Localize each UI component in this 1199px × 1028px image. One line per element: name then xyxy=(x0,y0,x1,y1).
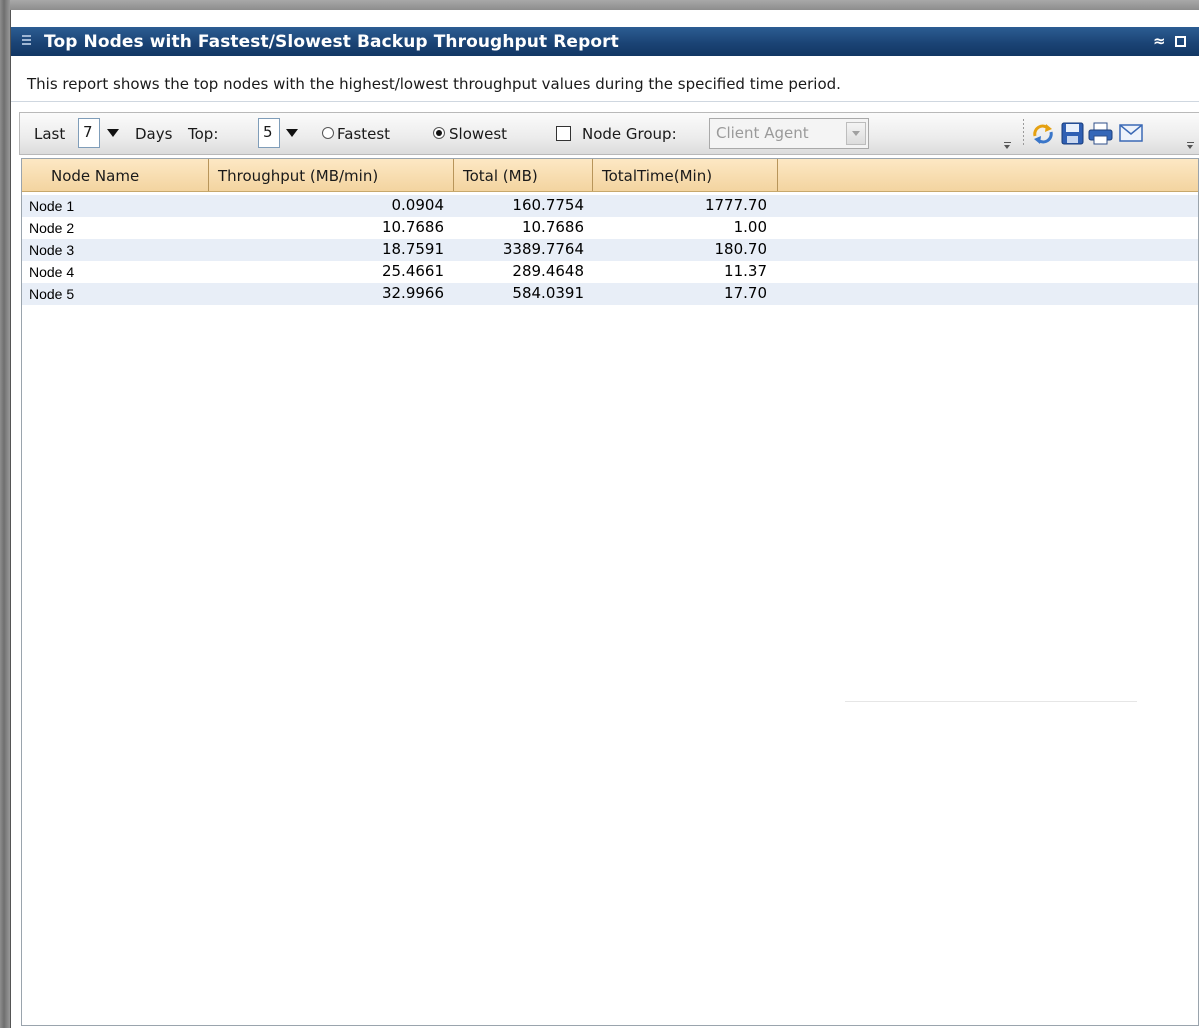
window-left-edge xyxy=(0,0,10,1028)
table-row[interactable]: Node 5 32.9966 584.0391 17.70 xyxy=(22,283,1198,305)
grip-icon[interactable] xyxy=(22,35,31,47)
cell-total: 584.0391 xyxy=(512,284,584,302)
report-description: This report shows the top nodes with the… xyxy=(11,56,1199,102)
slowest-radio[interactable] xyxy=(433,127,445,139)
column-header-throughput[interactable]: Throughput (MB/min) xyxy=(209,159,454,191)
cell-throughput: 10.7686 xyxy=(381,218,444,236)
filter-toolbar: Last 7 Days Top: 5 Fastest Slowest Node … xyxy=(19,112,1199,155)
title-bar[interactable]: Top Nodes with Fastest/Slowest Backup Th… xyxy=(11,27,1199,56)
top-count-input[interactable]: 5 xyxy=(258,118,280,148)
slowest-label[interactable]: Slowest xyxy=(449,125,507,143)
maximize-icon[interactable] xyxy=(1175,36,1186,47)
divider xyxy=(845,701,1137,702)
last-days-dropdown-icon[interactable] xyxy=(107,129,119,137)
top-label: Top: xyxy=(188,125,219,143)
refresh-icon[interactable] xyxy=(1030,122,1056,146)
fastest-radio[interactable] xyxy=(322,127,334,139)
table-row[interactable]: Node 1 0.0904 160.7754 1777.70 xyxy=(22,195,1198,217)
node-group-label: Node Group: xyxy=(582,125,677,143)
column-header-filler xyxy=(778,159,1198,191)
node-group-value: Client Agent xyxy=(716,124,809,142)
save-icon[interactable] xyxy=(1061,122,1084,145)
node-group-select[interactable]: Client Agent xyxy=(709,118,869,149)
table-row[interactable]: Node 2 10.7686 10.7686 1.00 xyxy=(22,217,1198,239)
cell-node-name: Node 4 xyxy=(29,264,75,280)
cell-total: 160.7754 xyxy=(512,196,584,214)
cell-total: 10.7686 xyxy=(521,218,584,236)
last-days-input[interactable]: 7 xyxy=(78,118,100,148)
cell-throughput: 18.7591 xyxy=(381,240,444,258)
cell-node-name: Node 1 xyxy=(29,198,75,214)
cell-total: 289.4648 xyxy=(512,262,584,280)
cell-total-time: 180.70 xyxy=(714,240,768,258)
node-group-checkbox[interactable] xyxy=(556,126,571,141)
cell-node-name: Node 5 xyxy=(29,286,75,302)
cell-throughput: 32.9966 xyxy=(381,284,444,302)
cell-throughput: 25.4661 xyxy=(381,262,444,280)
report-panel: Top Nodes with Fastest/Slowest Backup Th… xyxy=(10,10,1199,1028)
table-header: Node Name Throughput (MB/min) Total (MB)… xyxy=(22,159,1198,192)
cell-total: 3389.7764 xyxy=(502,240,584,258)
print-icon[interactable] xyxy=(1088,122,1113,145)
last-label: Last xyxy=(34,125,66,143)
top-count-dropdown-icon[interactable] xyxy=(286,129,298,137)
cell-total-time: 17.70 xyxy=(724,284,767,302)
cell-throughput: 0.0904 xyxy=(391,196,445,214)
description-text: This report shows the top nodes with the… xyxy=(27,75,841,93)
cell-total-time: 1.00 xyxy=(733,218,767,236)
table-row[interactable]: Node 3 18.7591 3389.7764 180.70 xyxy=(22,239,1198,261)
cell-total-time: 1777.70 xyxy=(704,196,767,214)
report-title: Top Nodes with Fastest/Slowest Backup Th… xyxy=(44,32,619,52)
toolbar-overflow-right-icon[interactable] xyxy=(1186,142,1195,150)
email-icon[interactable] xyxy=(1119,124,1143,142)
cell-node-name: Node 2 xyxy=(29,220,75,236)
column-header-total-time[interactable]: TotalTime(Min) xyxy=(593,159,778,191)
cell-total-time: 11.37 xyxy=(724,262,767,280)
cell-node-name: Node 3 xyxy=(29,242,75,258)
toolbar-overflow-icon[interactable] xyxy=(1003,142,1012,150)
toolbar-separator xyxy=(1023,119,1024,147)
table-row[interactable]: Node 4 25.4661 289.4648 11.37 xyxy=(22,261,1198,283)
results-table: Node Name Throughput (MB/min) Total (MB)… xyxy=(21,158,1199,1026)
days-label: Days xyxy=(135,125,173,143)
collapse-icon[interactable]: ≈ xyxy=(1153,32,1166,50)
column-header-total[interactable]: Total (MB) xyxy=(454,159,593,191)
fastest-label[interactable]: Fastest xyxy=(337,125,390,143)
window-top-edge xyxy=(0,0,1199,10)
node-group-dropdown-icon[interactable] xyxy=(846,122,866,145)
column-header-node-name[interactable]: Node Name xyxy=(22,159,209,191)
